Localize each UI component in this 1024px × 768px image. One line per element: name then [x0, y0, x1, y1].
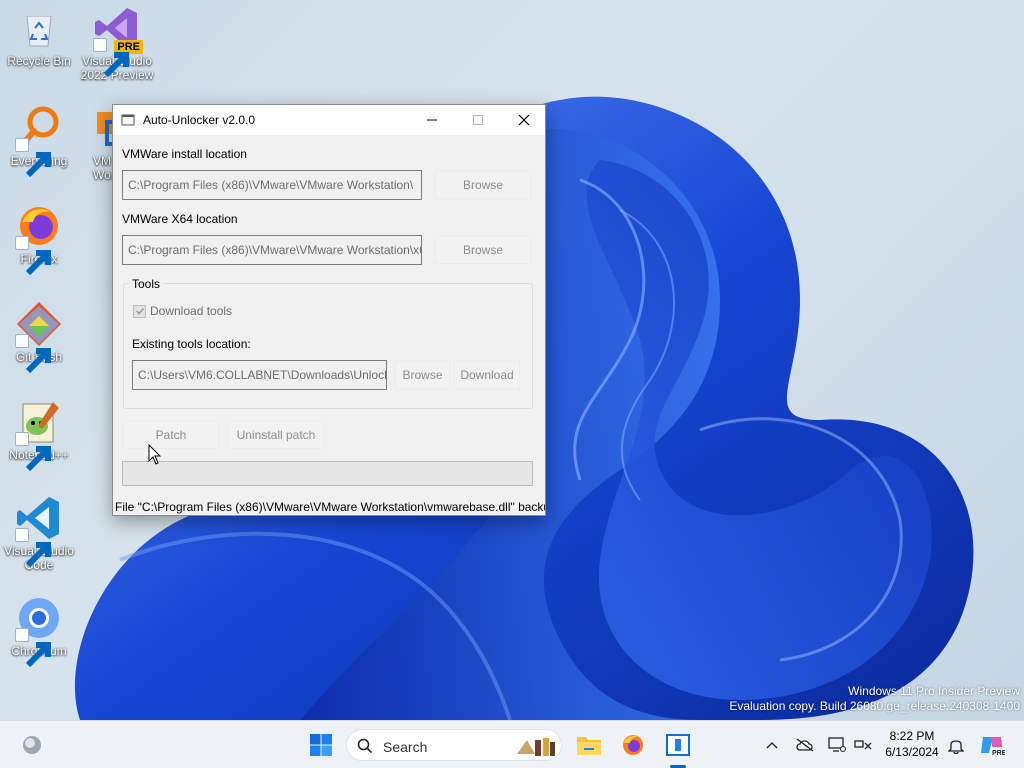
taskbar: Search 8:22 PM 6/13/2024 PRE — [0, 720, 1024, 768]
folder-icon — [577, 737, 601, 755]
install-location-field[interactable]: C:\Program Files (x86)\VMware\VMware Wor… — [122, 170, 422, 200]
clock-date: 6/13/2024 — [885, 745, 939, 759]
desktop-icon-everything[interactable]: Everything — [1, 104, 77, 178]
watermark-build: Evaluation copy. Build 26080.ge_release.… — [729, 699, 1020, 713]
shortcut-arrow-icon — [15, 528, 51, 568]
system-clock[interactable]: 8:22 PM 6/13/2024 — [876, 728, 948, 760]
x64-browse-button[interactable]: Browse — [435, 236, 531, 264]
desktop-icon-vscode[interactable]: Visual Studio Code — [1, 494, 77, 572]
uninstall-patch-button[interactable]: Uninstall patch — [228, 421, 324, 449]
desktop-icon-visual-studio-preview[interactable]: PRE Visual Studio 2022 Preview — [79, 4, 155, 82]
mouse-cursor-icon — [148, 444, 162, 465]
show-hidden-icons-button[interactable] — [762, 721, 782, 768]
download-tools-checkbox-row[interactable]: Download tools — [133, 304, 232, 318]
weather-widget-icon — [23, 736, 41, 754]
shortcut-arrow-icon — [15, 334, 51, 374]
status-text: File "C:\Program Files (x86)\VMware\VMwa… — [115, 500, 545, 514]
display-tray-button[interactable] — [826, 721, 848, 768]
firefox-icon — [15, 202, 63, 276]
minimize-icon — [427, 119, 437, 121]
install-browse-button[interactable]: Browse — [435, 171, 531, 199]
recycle-bin-icon — [15, 4, 63, 52]
download-tools-checkbox[interactable] — [133, 304, 146, 318]
copilot-button[interactable]: PRE — [978, 721, 1006, 768]
bell-icon — [948, 740, 964, 754]
patch-button[interactable]: Patch — [123, 421, 219, 449]
everything-search-icon — [15, 104, 63, 178]
watermark-edition: Windows 11 Pro Insider Preview — [848, 684, 1020, 698]
desktop-icon-recycle-bin[interactable]: Recycle Bin — [1, 4, 77, 68]
svg-text:PRE: PRE — [992, 750, 1005, 757]
chromium-icon — [15, 594, 63, 668]
git-bash-icon — [15, 300, 63, 374]
notifications-button[interactable] — [946, 721, 966, 768]
evaluation-watermark: Windows 11 Pro Insider Preview Evaluatio… — [729, 684, 1020, 714]
desktop-icon-chromium[interactable]: Chromium — [1, 594, 77, 668]
network-icon — [854, 740, 872, 750]
app-icon — [121, 114, 135, 126]
widgets-button[interactable] — [16, 721, 48, 768]
chevron-up-icon — [766, 742, 778, 749]
window-title: Auto-Unlocker v2.0.0 — [143, 113, 256, 127]
clock-time: 8:22 PM — [889, 729, 935, 743]
desktop-icon-git-bash[interactable]: Git Bash — [1, 300, 77, 374]
windows-logo-icon — [310, 734, 332, 756]
firefox-icon — [623, 735, 643, 755]
notepad-plus-plus-icon — [15, 398, 63, 472]
visual-studio-preview-icon: PRE — [93, 4, 143, 78]
taskbar-firefox[interactable] — [618, 721, 648, 768]
maximize-icon — [473, 115, 483, 125]
checkmark-icon — [135, 307, 144, 315]
monitor-icon — [828, 737, 846, 752]
cloud-offline-icon — [796, 738, 814, 752]
x64-location-field[interactable]: C:\Program Files (x86)\VMware\VMware Wor… — [122, 235, 422, 265]
close-button[interactable] — [501, 105, 545, 135]
search-label: Search — [383, 739, 428, 755]
close-icon — [518, 114, 530, 126]
shortcut-arrow-icon — [15, 138, 51, 178]
install-location-label: VMWare install location — [122, 147, 247, 161]
taskbar-auto-unlocker[interactable] — [663, 721, 693, 768]
network-tray-button[interactable] — [852, 721, 874, 768]
auto-unlocker-window: Auto-Unlocker v2.0.0 VMWare install loca… — [112, 104, 546, 516]
shortcut-arrow-icon — [15, 628, 51, 668]
desktop-icon-label: Recycle Bin — [7, 54, 71, 68]
app-window-icon — [666, 734, 690, 756]
taskbar-search[interactable]: Search — [346, 729, 562, 761]
shortcut-arrow-icon — [15, 432, 51, 472]
tools-download-button[interactable]: Download — [454, 361, 520, 389]
onedrive-tray-button[interactable] — [794, 721, 816, 768]
tools-group-title: Tools — [129, 277, 164, 291]
shortcut-arrow-icon — [15, 236, 51, 276]
existing-tools-label: Existing tools location: — [132, 337, 251, 351]
taskbar-file-explorer[interactable] — [574, 721, 604, 768]
vscode-icon — [15, 494, 63, 568]
desktop-icon-firefox[interactable]: Firefox — [1, 202, 77, 276]
existing-tools-field[interactable]: C:\Users\VM6.COLLABNET\Downloads\Unlocke… — [132, 360, 387, 390]
maximize-button[interactable] — [455, 105, 501, 135]
minimize-button[interactable] — [409, 105, 455, 135]
search-icon — [357, 738, 373, 754]
tools-browse-button[interactable]: Browse — [395, 361, 450, 389]
start-button[interactable] — [306, 721, 336, 768]
desktop-icon-notepad-plus-plus[interactable]: Notepad++ — [1, 398, 77, 472]
shortcut-arrow-icon — [93, 38, 129, 78]
copilot-icon: PRE — [981, 737, 1005, 757]
title-bar[interactable]: Auto-Unlocker v2.0.0 — [113, 105, 545, 135]
x64-location-label: VMWare X64 location — [122, 212, 238, 226]
download-tools-label: Download tools — [150, 304, 233, 318]
progress-bar — [122, 461, 533, 486]
search-highlight-icon — [517, 738, 555, 756]
